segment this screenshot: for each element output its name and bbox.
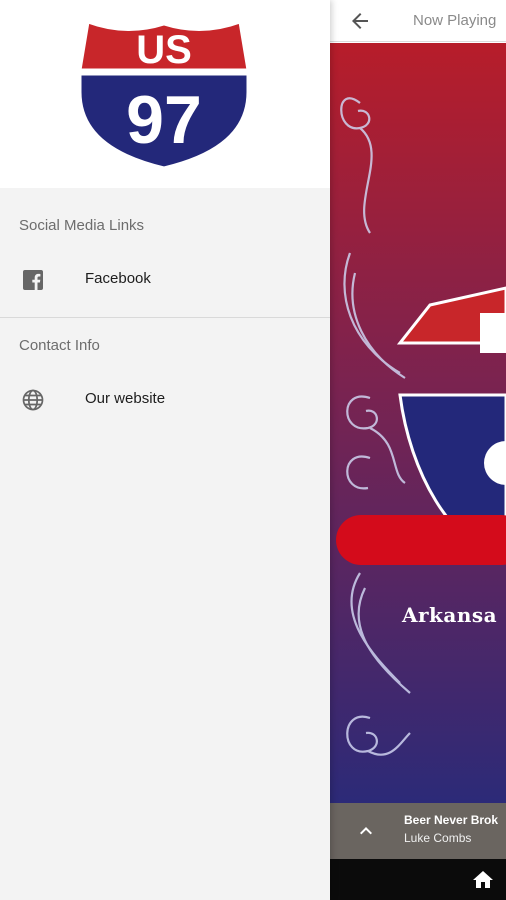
drawer-item-label: Our website xyxy=(85,390,166,407)
screen-title: Now Playing xyxy=(413,12,497,29)
chevron-up-icon[interactable] xyxy=(354,819,378,843)
now-playing-screen: Now Playing Arkansa Beer Never Brok Luke… xyxy=(330,0,506,900)
us97-logo: US 97 xyxy=(78,19,250,170)
drawer-item-label: Facebook xyxy=(85,270,151,287)
logo-top-text: US xyxy=(136,28,192,72)
track-title: Beer Never Brok xyxy=(404,813,499,827)
logo-number: 97 xyxy=(126,82,202,158)
section-label-social: Social Media Links xyxy=(19,217,145,234)
section-divider xyxy=(0,317,330,318)
facebook-icon xyxy=(23,270,43,290)
top-app-bar: Now Playing xyxy=(330,0,506,42)
drawer-header: US 97 xyxy=(0,0,330,188)
home-icon[interactable] xyxy=(471,868,495,892)
globe-icon xyxy=(22,389,44,411)
artwork-caption: Arkansa xyxy=(402,603,498,627)
navigation-drawer: US 97 Social Media Links Facebook Contac… xyxy=(0,0,330,900)
drawer-item-facebook[interactable]: Facebook xyxy=(0,256,330,304)
arrow-left-icon[interactable] xyxy=(348,9,372,33)
station-artwork: Arkansa xyxy=(330,43,506,803)
section-label-contact: Contact Info xyxy=(19,337,100,354)
drawer-item-website[interactable]: Our website xyxy=(0,376,330,424)
bottom-navigation xyxy=(330,859,506,900)
mini-player[interactable]: Beer Never Brok Luke Combs xyxy=(330,803,506,859)
track-artist: Luke Combs xyxy=(404,831,472,845)
